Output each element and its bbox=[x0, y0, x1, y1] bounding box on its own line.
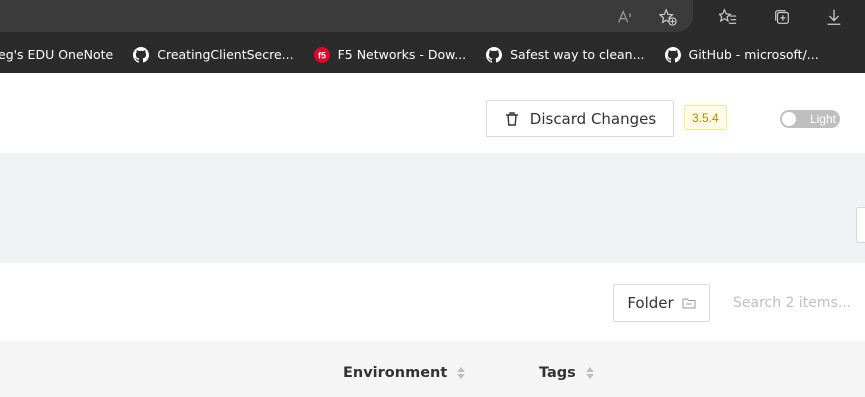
discard-changes-button[interactable]: Discard Changes bbox=[486, 100, 674, 137]
collections-icon[interactable] bbox=[771, 6, 793, 28]
column-header-environment[interactable]: Environment bbox=[343, 365, 466, 381]
trash-icon bbox=[504, 111, 520, 127]
sort-icon[interactable] bbox=[585, 367, 594, 379]
bookmark-safest-way[interactable]: Safest way to clean... bbox=[486, 46, 645, 63]
discard-changes-label: Discard Changes bbox=[529, 109, 657, 128]
theme-toggle-label: Light bbox=[809, 112, 836, 126]
content-band bbox=[0, 153, 865, 263]
github-icon bbox=[664, 46, 681, 63]
column-header-label: Tags bbox=[539, 365, 576, 381]
bookmark-f5-networks[interactable]: f5 F5 Networks - Dow... bbox=[313, 46, 467, 63]
bookmark-creating-client-secret[interactable]: CreatingClientSecre... bbox=[133, 46, 294, 63]
app-header: Discard Changes 3.5.4 Light bbox=[0, 73, 865, 153]
bookmarks-bar: eg's EDU OneNote CreatingClientSecre... … bbox=[0, 36, 865, 73]
partially-visible-control[interactable] bbox=[856, 207, 865, 243]
bookmark-onenote[interactable]: eg's EDU OneNote bbox=[0, 47, 113, 62]
bookmark-label: Safest way to clean... bbox=[510, 47, 645, 62]
folder-button-label: Folder bbox=[627, 294, 674, 312]
github-icon bbox=[133, 46, 150, 63]
svg-text:f5: f5 bbox=[318, 50, 326, 60]
list-toolbar: Folder bbox=[0, 263, 865, 341]
table-header: Environment Tags bbox=[0, 341, 865, 397]
bookmark-label: F5 Networks - Dow... bbox=[337, 47, 467, 62]
downloads-icon[interactable] bbox=[823, 6, 845, 28]
toggle-knob bbox=[782, 112, 796, 126]
bookmark-github-microsoft[interactable]: GitHub - microsoft/... bbox=[664, 46, 819, 63]
folder-button[interactable]: Folder bbox=[613, 284, 710, 322]
address-bar[interactable] bbox=[0, 0, 693, 32]
bookmark-label: GitHub - microsoft/... bbox=[688, 47, 819, 62]
bookmark-label: eg's EDU OneNote bbox=[0, 47, 114, 62]
read-aloud-icon[interactable] bbox=[614, 6, 636, 28]
version-badge: 3.5.4 bbox=[684, 105, 727, 130]
f5-icon: f5 bbox=[313, 46, 330, 63]
search-input[interactable] bbox=[722, 284, 865, 322]
favorites-icon[interactable] bbox=[717, 6, 739, 28]
sort-icon[interactable] bbox=[457, 367, 466, 379]
column-header-tags[interactable]: Tags bbox=[539, 365, 594, 381]
browser-toolbar bbox=[0, 0, 865, 36]
github-icon bbox=[486, 46, 503, 63]
bookmark-label: CreatingClientSecre... bbox=[157, 47, 294, 62]
column-header-label: Environment bbox=[343, 365, 448, 381]
folder-icon bbox=[682, 297, 696, 309]
add-favorite-icon[interactable] bbox=[657, 6, 679, 28]
theme-toggle[interactable]: Light bbox=[780, 110, 840, 128]
